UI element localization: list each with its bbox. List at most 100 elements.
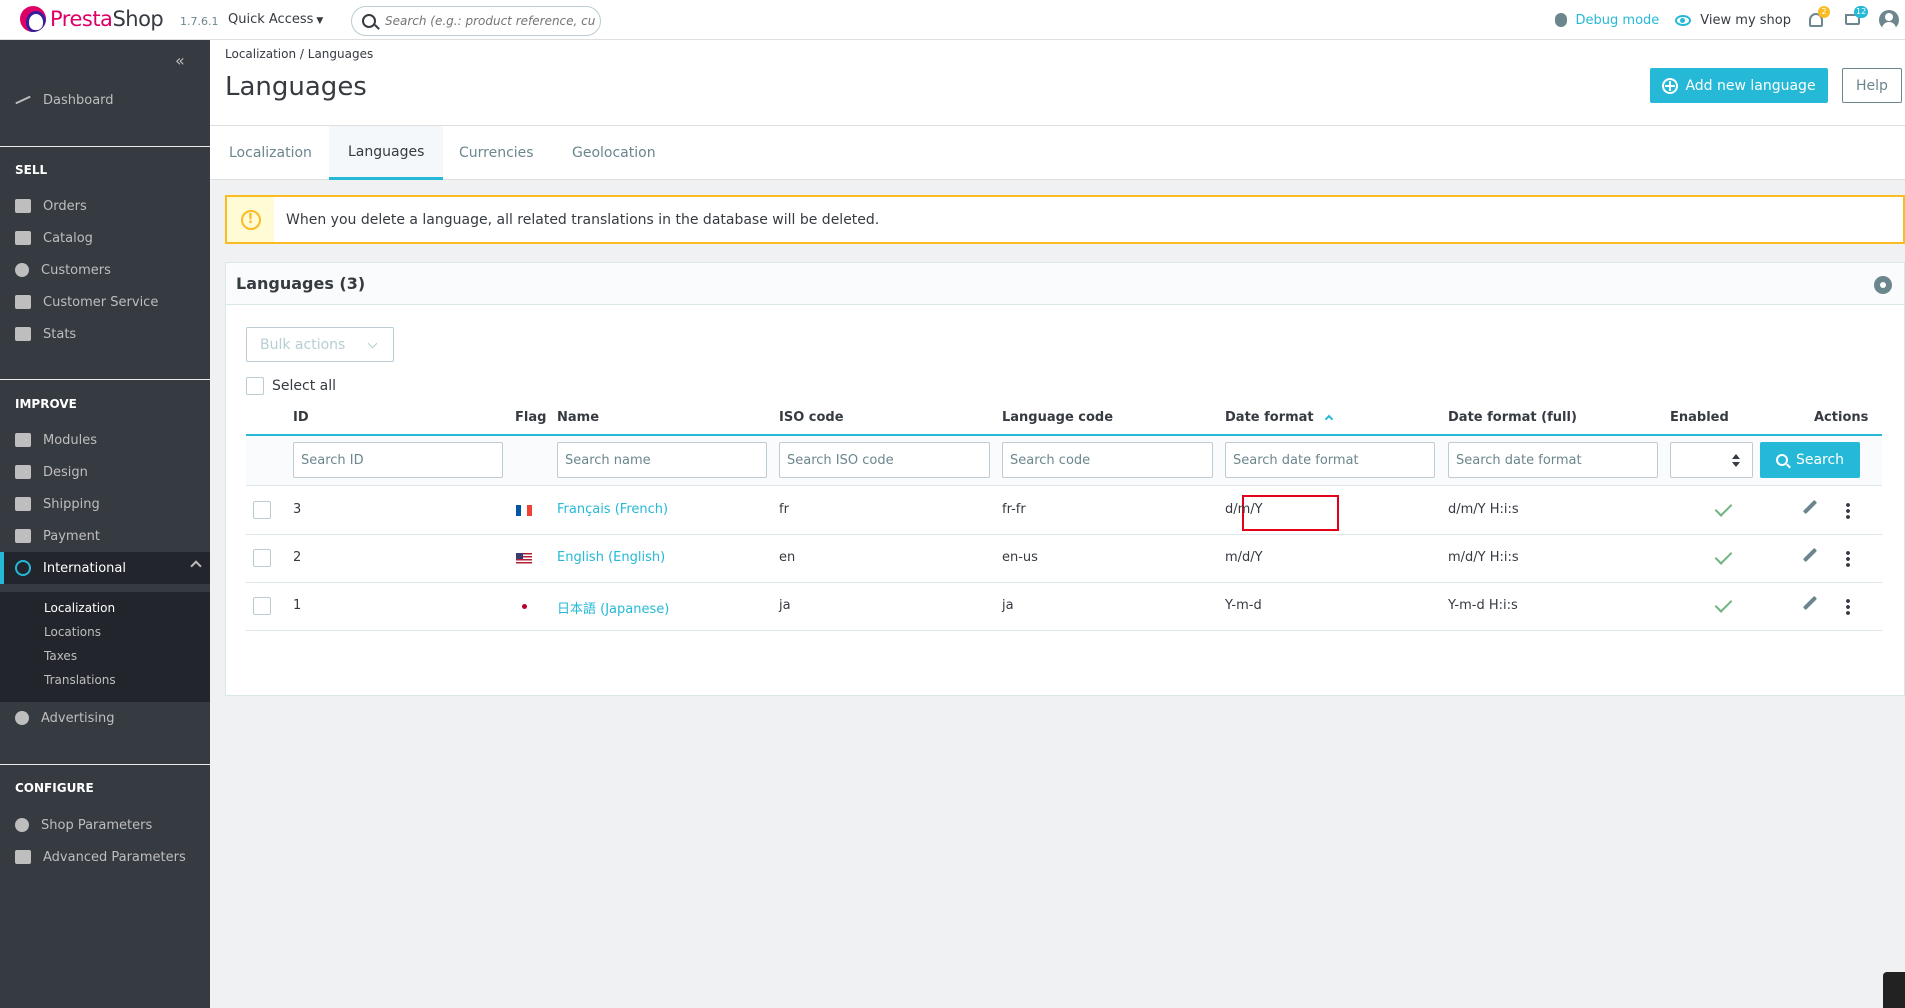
sidebar-item-shop-parameters[interactable]: Shop Parameters <box>0 809 210 841</box>
sidebar-item-payment[interactable]: Payment <box>0 520 210 552</box>
sidebar-item-dashboard[interactable]: Dashboard <box>0 84 210 116</box>
sidebar-item-stats[interactable]: Stats <box>0 318 210 350</box>
submenu-item-localization[interactable]: Localization <box>44 601 115 615</box>
filter-enabled-select[interactable] <box>1670 442 1753 478</box>
chevron-up-icon <box>190 560 202 572</box>
submenu-item-locations[interactable]: Locations <box>44 625 101 639</box>
column-id[interactable]: ID <box>293 410 309 425</box>
sidebar-item-label: Shipping <box>43 496 100 512</box>
french-flag-icon <box>516 505 532 516</box>
sidebar-item-label: Dashboard <box>43 92 114 108</box>
sidebar-item-orders[interactable]: Orders <box>0 190 210 222</box>
tab-currencies[interactable]: Currencies <box>440 126 553 180</box>
sidebar-item-shipping[interactable]: Shipping <box>0 488 210 520</box>
column-enabled[interactable]: Enabled <box>1670 410 1729 425</box>
sidebar-item-customers[interactable]: Customers <box>0 254 210 286</box>
filter-date-format-input[interactable] <box>1225 442 1435 478</box>
header-search-input[interactable] <box>385 14 595 28</box>
orders-button[interactable]: 12 <box>1843 6 1869 30</box>
select-all-checkbox[interactable] <box>246 377 264 395</box>
filter-id-input[interactable] <box>293 442 503 478</box>
breadcrumb-parent[interactable]: Localization <box>225 47 296 61</box>
row-checkbox[interactable] <box>253 549 271 567</box>
column-date-format-full[interactable]: Date format (full) <box>1448 410 1577 425</box>
debug-mode-link[interactable]: Debug mode <box>1554 12 1660 28</box>
sidebar-item-modules[interactable]: Modules <box>0 424 210 456</box>
column-date-format[interactable]: Date format <box>1225 410 1333 425</box>
view-shop-link[interactable]: View my shop <box>1675 13 1791 28</box>
cell-date-format: Y-m-d <box>1225 598 1262 613</box>
filter-code-input[interactable] <box>1002 442 1213 478</box>
filter-iso-input[interactable] <box>779 442 990 478</box>
cell-name-link[interactable]: 日本語 (Japanese) <box>557 598 669 617</box>
column-language-code[interactable]: Language code <box>1002 410 1113 425</box>
header-search[interactable] <box>351 6 601 36</box>
tab-geolocation[interactable]: Geolocation <box>553 126 675 180</box>
row-checkbox[interactable] <box>253 501 271 519</box>
warning-icon: ! <box>240 209 261 230</box>
column-name[interactable]: Name <box>557 410 599 425</box>
gear-icon[interactable] <box>1874 276 1892 294</box>
edit-icon[interactable] <box>1802 547 1818 563</box>
cell-code: en-us <box>1002 550 1038 565</box>
puffin-logo-icon <box>20 6 46 32</box>
quick-access-dropdown[interactable]: Quick Access ▼ <box>228 12 323 27</box>
sidebar-item-label: Catalog <box>43 230 93 246</box>
sidebar-item-design[interactable]: Design <box>0 456 210 488</box>
help-button[interactable]: Help <box>1842 68 1902 103</box>
sidebar-item-advanced-parameters[interactable]: Advanced Parameters <box>0 841 210 873</box>
table-header: ID Flag Name ISO code Language code Date… <box>246 399 1882 436</box>
divider <box>0 146 210 147</box>
sidebar-item-label: Design <box>43 464 88 480</box>
cell-iso: fr <box>779 502 789 517</box>
select-all[interactable]: Select all <box>246 377 336 395</box>
more-vert-icon[interactable] <box>1846 502 1850 520</box>
section-sell: SELL <box>15 163 48 177</box>
submenu-item-translations[interactable]: Translations <box>44 673 116 687</box>
page-header: Localization / Languages Languages Add n… <box>210 40 1905 125</box>
search-button[interactable]: Search <box>1760 442 1860 478</box>
check-icon[interactable] <box>1714 547 1733 565</box>
submenu-item-taxes[interactable]: Taxes <box>44 649 77 663</box>
filter-row: Search <box>246 436 1882 486</box>
edit-icon[interactable] <box>1802 499 1818 515</box>
prestashop-logo[interactable]: PrestaShop <box>20 6 164 32</box>
more-vert-icon[interactable] <box>1846 550 1850 568</box>
us-flag-icon <box>516 553 532 564</box>
collapse-sidebar-icon[interactable]: « <box>175 51 185 70</box>
sidebar-item-label: Payment <box>43 528 100 544</box>
tab-localization[interactable]: Localization <box>210 126 331 180</box>
cell-code: fr-fr <box>1002 502 1026 517</box>
sidebar-item-catalog[interactable]: Catalog <box>0 222 210 254</box>
chevron-down-icon <box>367 338 378 349</box>
top-header: PrestaShop 1.7.6.1 Quick Access▼ Debug m… <box>0 0 1905 40</box>
check-icon[interactable] <box>1714 499 1733 517</box>
sidebar-item-customer-service[interactable]: Customer Service <box>0 286 210 318</box>
sidebar-item-label: Customers <box>41 262 111 278</box>
breadcrumb: Localization / Languages <box>225 47 373 61</box>
debug-mode-label: Debug mode <box>1575 12 1660 28</box>
sidebar-item-advertising[interactable]: Advertising <box>0 702 210 734</box>
version-label: 1.7.6.1 <box>180 15 219 28</box>
check-icon[interactable] <box>1714 595 1733 613</box>
search-icon <box>1775 454 1788 466</box>
sidebar-item-label: Modules <box>43 432 98 448</box>
filter-date-format-full-input[interactable] <box>1448 442 1658 478</box>
bulk-actions-dropdown[interactable]: Bulk actions <box>246 327 394 362</box>
tab-languages[interactable]: Languages <box>329 126 444 180</box>
notifications-button[interactable]: 2 <box>1807 6 1830 30</box>
cell-name-link[interactable]: English (English) <box>557 550 665 565</box>
edit-icon[interactable] <box>1802 595 1818 611</box>
filter-name-input[interactable] <box>557 442 767 478</box>
column-iso-code[interactable]: ISO code <box>779 410 844 425</box>
column-date-format-label: Date format <box>1225 410 1314 425</box>
cell-iso: ja <box>779 598 791 613</box>
symfony-toolbar-toggle[interactable] <box>1883 972 1905 1008</box>
cell-name-link[interactable]: Français (French) <box>557 502 668 517</box>
employee-avatar-icon[interactable] <box>1879 10 1899 30</box>
row-checkbox[interactable] <box>253 597 271 615</box>
cell-id: 1 <box>293 598 302 613</box>
add-new-language-button[interactable]: Add new language <box>1650 68 1828 103</box>
more-vert-icon[interactable] <box>1846 598 1850 616</box>
sidebar-item-international[interactable]: International <box>0 552 210 584</box>
